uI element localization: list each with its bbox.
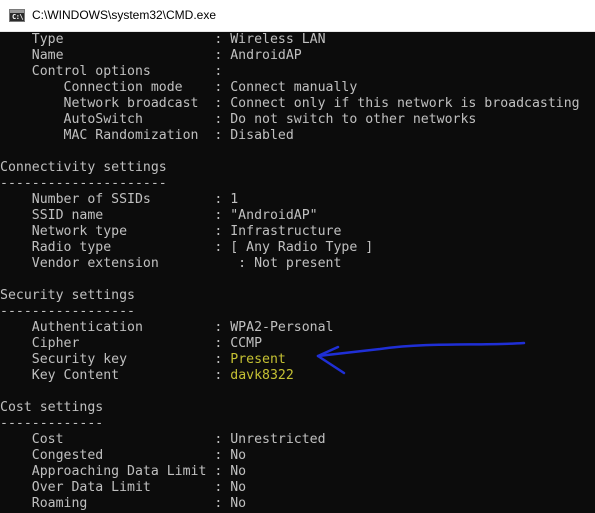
cmd-window: C:\ C:\WINDOWS\system32\CMD.exe Type : W…	[0, 0, 595, 513]
console-line-approaching-data-limit: Approaching Data Limit : No	[0, 464, 247, 479]
title-bar[interactable]: C:\ C:\WINDOWS\system32\CMD.exe	[0, 0, 595, 32]
section-heading-cost: Cost settings	[0, 400, 104, 415]
security-key-label: Security key :	[0, 352, 231, 367]
console-line-security-key: Security key : Present	[0, 352, 286, 368]
console-line-over-data-limit: Over Data Limit : No	[0, 480, 247, 495]
window-title: C:\WINDOWS\system32\CMD.exe	[32, 8, 217, 22]
console-line-number-of-ssids: Number of SSIDs : 1	[0, 192, 239, 207]
section-underline-cost: -------------	[0, 416, 104, 431]
key-content-label: Key Content :	[0, 368, 231, 383]
console-line-cipher: Cipher : CCMP	[0, 336, 263, 351]
console-line-authentication: Authentication : WPA2-Personal	[0, 320, 334, 335]
cmd-icon-prompt: C:\	[12, 13, 24, 21]
console-line-name: Name : AndroidAP	[0, 48, 302, 63]
console-line-key-content: Key Content : davk8322	[0, 368, 294, 384]
console-line-roaming: Roaming : No	[0, 496, 247, 511]
security-key-value: Present	[230, 352, 286, 367]
console-line-network-type: Network type : Infrastructure	[0, 224, 342, 239]
console-line-network-broadcast: Network broadcast : Connect only if this…	[0, 96, 580, 111]
console-line-type: Type : Wireless LAN	[0, 32, 326, 47]
console-line-cost: Cost : Unrestricted	[0, 432, 326, 447]
section-heading-connectivity: Connectivity settings	[0, 160, 167, 175]
console-line-connection-mode: Connection mode : Connect manually	[0, 80, 358, 95]
console-output[interactable]: Type : Wireless LAN Name : AndroidAP Con…	[0, 32, 595, 513]
section-underline-connectivity: ---------------------	[0, 176, 167, 191]
cmd-console-icon[interactable]: C:\	[9, 9, 25, 22]
console-line-mac-randomization: MAC Randomization : Disabled	[0, 128, 294, 143]
console-line-ssid-name: SSID name : "AndroidAP"	[0, 208, 318, 223]
console-line-control-options: Control options :	[0, 64, 223, 79]
console-line-vendor-extension: Vendor extension : Not present	[0, 256, 342, 271]
section-underline-security: -----------------	[0, 304, 135, 319]
section-heading-security: Security settings	[0, 288, 135, 303]
key-content-value: davk8322	[230, 368, 294, 383]
console-line-congested: Congested : No	[0, 448, 247, 463]
console-line-radio-type: Radio type : [ Any Radio Type ]	[0, 240, 374, 255]
console-line-autoswitch: AutoSwitch : Do not switch to other netw…	[0, 112, 477, 127]
